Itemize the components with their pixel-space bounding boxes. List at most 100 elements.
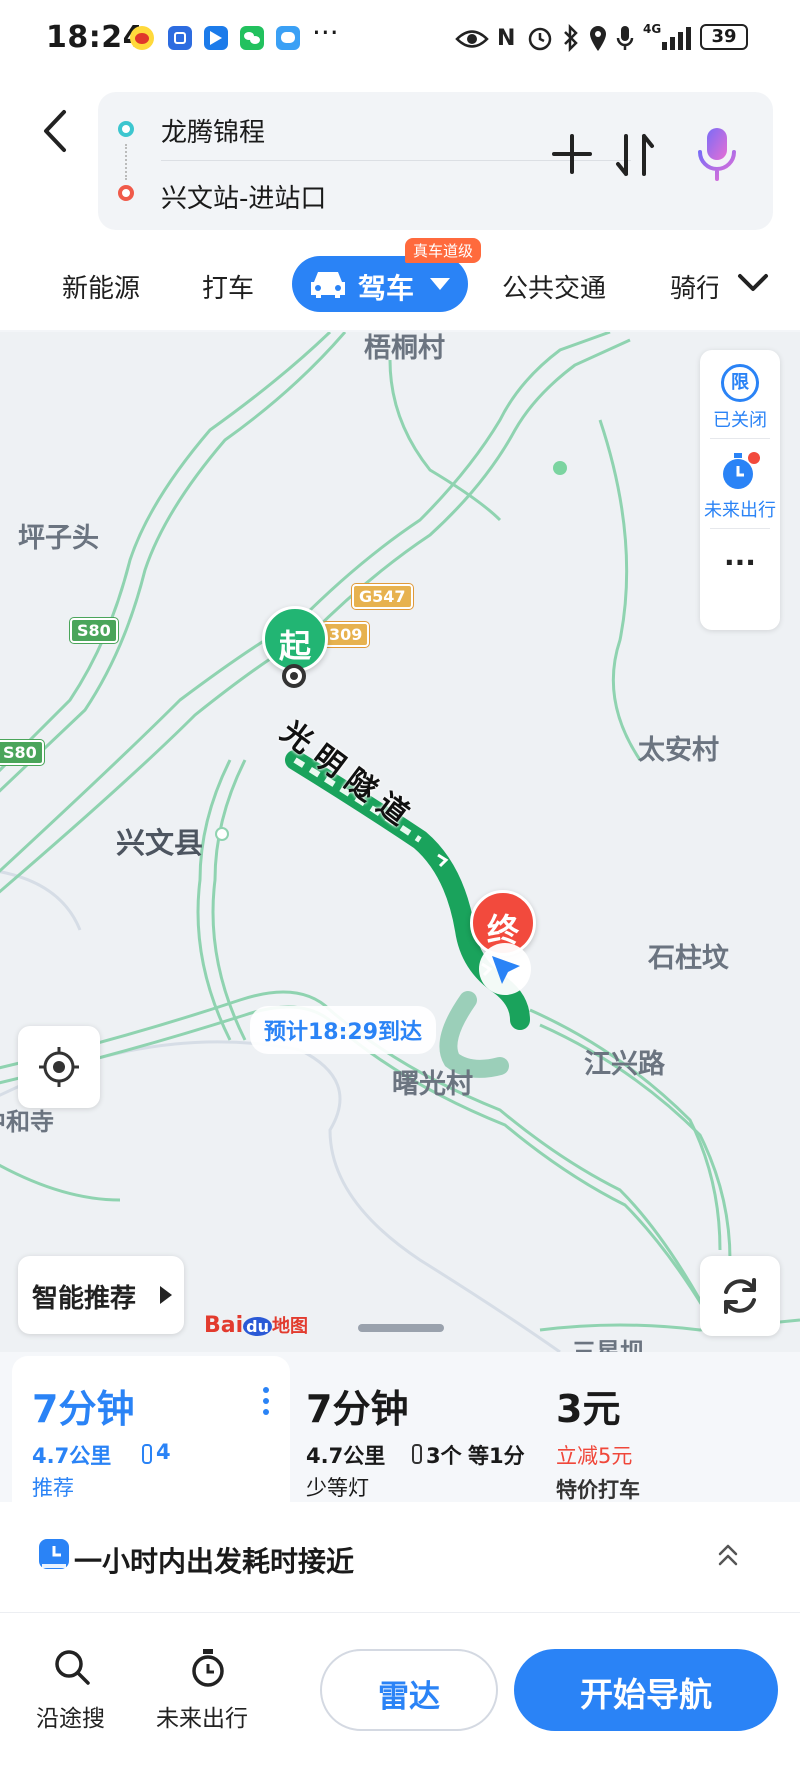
panel-divider: [710, 438, 770, 439]
search-icon: [55, 1650, 90, 1685]
route-tag: 少等灯: [306, 1476, 369, 1500]
map-view[interactable]: 梧桐村 坪子头 太安村 兴文县 石柱坟 江兴路 曙光村 中和寺 三星坝 S80 …: [0, 332, 800, 1352]
departure-advice[interactable]: 一小时内出发耗时接近: [0, 1502, 800, 1612]
road-shield: S80: [70, 618, 118, 643]
chevron-up-icon[interactable]: [716, 1542, 740, 1568]
route-option-recommended[interactable]: 7分钟 4.7公里 4 推荐: [12, 1356, 290, 1502]
road-shield: G547: [352, 584, 413, 609]
app-icon: [168, 26, 192, 50]
route-distance: 4.7公里: [306, 1444, 386, 1468]
taxi-price: 3元: [556, 1387, 621, 1431]
chevron-down-icon[interactable]: [736, 270, 770, 296]
start-navigation-label: 开始导航: [580, 1675, 712, 1714]
route-menu-icon[interactable]: [262, 1386, 270, 1416]
tab-drive-label: 驾车: [358, 272, 415, 305]
bluetooth-icon: [564, 24, 578, 52]
caret-right-icon: [160, 1286, 172, 1304]
radar-button[interactable]: 雷达: [320, 1649, 498, 1731]
lane-level-badge: 真车道级: [405, 238, 482, 263]
voice-input-icon[interactable]: [695, 124, 739, 184]
refresh-route-button[interactable]: [700, 1256, 780, 1336]
route-input-box: 龙腾锦程 兴文站-进站口: [98, 92, 773, 230]
add-waypoint-icon[interactable]: [550, 132, 594, 176]
future-trip-button[interactable]: 未来出行: [154, 1647, 264, 1737]
traffic-light-icon: [142, 1444, 152, 1464]
traffic-limit-icon[interactable]: 限: [721, 364, 759, 402]
place-label: 石柱坟: [648, 943, 729, 974]
road-shield: 309: [322, 622, 370, 647]
eta-label: 预计18:29到达: [250, 1006, 437, 1054]
travel-mode-tabs: 新能源 打车 驾车 真车道级 公共交通 骑行: [0, 238, 800, 330]
origin-dot-icon: [118, 121, 134, 137]
mic-status-icon: [616, 26, 634, 50]
route-options: 7分钟 4.7公里 4 推荐 7分钟 4.7公里 3个 等1分 少等灯 3元 立…: [0, 1352, 800, 1502]
along-search-button[interactable]: 沿途搜: [30, 1647, 116, 1737]
destination-field[interactable]: 兴文站-进站口: [161, 178, 326, 215]
timer-icon[interactable]: [720, 450, 760, 492]
place-label: 三星坝: [572, 1338, 644, 1352]
route-time: 7分钟: [306, 1387, 409, 1431]
caret-down-icon: [430, 278, 450, 290]
more-options-icon[interactable]: ···: [700, 546, 780, 579]
place-label: 太安村: [638, 735, 719, 766]
origin-field[interactable]: 龙腾锦程: [161, 112, 265, 149]
refresh-icon: [724, 1278, 756, 1314]
clock-icon: [39, 1539, 69, 1569]
tab-cycling[interactable]: 骑行: [670, 268, 718, 305]
tab-taxi[interactable]: 打车: [202, 268, 254, 305]
eye-icon: [455, 30, 489, 48]
origin-point-icon: [282, 664, 306, 688]
taxi-tag: 特价打车: [556, 1478, 640, 1502]
start-marker: 起: [262, 606, 328, 672]
swap-route-icon[interactable]: [613, 130, 657, 180]
radar-label: 雷达: [378, 1679, 440, 1715]
smart-recommend-button[interactable]: 智能推荐: [18, 1256, 184, 1334]
tab-transit[interactable]: 公共交通: [502, 268, 606, 305]
tab-drive[interactable]: 驾车: [292, 256, 468, 312]
wechat-icon: [240, 26, 264, 50]
lark-icon: [204, 26, 228, 50]
battery-indicator: 39: [700, 24, 748, 50]
route-lights: 3个: [426, 1444, 462, 1468]
route-header: 龙腾锦程 兴文站-进站口 新能源 打车 驾车 真车道级 公共交通 骑行: [0, 80, 800, 330]
locate-button[interactable]: [18, 1026, 100, 1108]
weibo-icon: [130, 26, 154, 50]
signal-icon: [662, 27, 691, 50]
tab-new-energy[interactable]: 新能源: [62, 268, 140, 305]
traffic-light-icon: [412, 1444, 422, 1464]
back-arrow-icon[interactable]: [38, 106, 74, 156]
location-icon: [590, 26, 606, 51]
traffic-limit-label[interactable]: 已关闭: [700, 406, 780, 432]
baidu-map-logo: Bai du 地图: [204, 1313, 308, 1338]
panel-divider: [710, 528, 770, 529]
map-tools-panel: 限 已关闭 未来出行 ···: [700, 350, 780, 630]
status-bar: 18:24 ··· N 4G 39: [0, 0, 800, 80]
route-wait: 等1分: [468, 1444, 525, 1468]
more-notifications-icon: ···: [312, 16, 339, 49]
alarm-icon: [528, 27, 552, 51]
future-trip-label[interactable]: 未来出行: [700, 496, 780, 522]
place-label: 曙光村: [392, 1069, 473, 1100]
route-lights: 4: [156, 1440, 171, 1464]
stopwatch-icon: [192, 1649, 224, 1687]
route-option-fewer-lights[interactable]: 7分钟 4.7公里 3个 等1分 少等灯: [292, 1356, 538, 1502]
road-shield: S80: [0, 740, 44, 765]
drag-handle[interactable]: [358, 1324, 444, 1332]
route-connector: [125, 144, 127, 180]
route-distance: 4.7公里: [32, 1444, 112, 1468]
start-navigation-button[interactable]: 开始导航: [514, 1649, 778, 1731]
destination-dot-icon: [118, 185, 134, 201]
smart-recommend-label: 智能推荐: [32, 1284, 137, 1314]
message-icon: [276, 26, 300, 50]
future-trip-label: 未来出行: [156, 1706, 248, 1732]
place-label: 坪子头: [18, 523, 99, 554]
advice-text: 一小时内出发耗时接近: [74, 1545, 355, 1578]
taxi-option[interactable]: 3元 立减5元 特价打车: [542, 1356, 788, 1502]
route-tag: 推荐: [32, 1476, 74, 1500]
taxi-discount: 立减5元: [556, 1444, 633, 1468]
car-icon: [311, 272, 345, 298]
bottom-bar: 沿途搜 未来出行 雷达 开始导航: [0, 1612, 800, 1765]
place-label: 梧桐村: [364, 333, 445, 364]
place-label: 江兴路: [584, 1049, 665, 1080]
along-search-label: 沿途搜: [36, 1706, 105, 1732]
